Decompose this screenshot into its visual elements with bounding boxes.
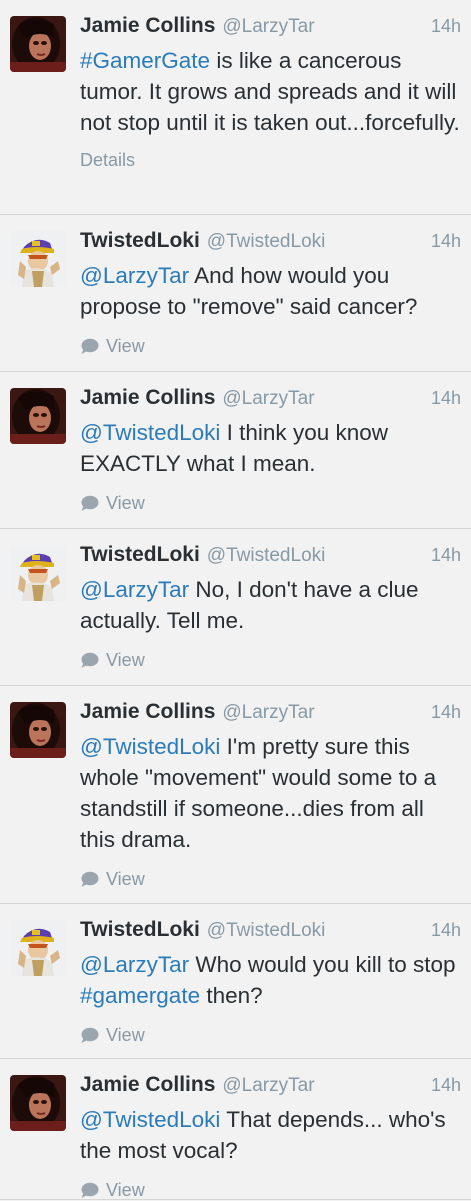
- tweet[interactable]: TwistedLoki @TwistedLoki 14h @LarzyTar Who …: [0, 904, 471, 1059]
- author-name[interactable]: TwistedLoki: [80, 229, 200, 253]
- jamie-avatar[interactable]: [10, 16, 66, 72]
- timestamp[interactable]: 14h: [431, 702, 461, 723]
- timestamp[interactable]: 14h: [431, 231, 461, 252]
- timestamp[interactable]: 14h: [431, 545, 461, 566]
- tweet-header: Jamie Collins @LarzyTar 14h: [80, 1073, 461, 1103]
- view-conversation-link[interactable]: View: [80, 650, 461, 671]
- view-label: View: [106, 336, 145, 356]
- tweet-text-segment: Who would you kill to stop: [189, 952, 456, 977]
- tweet-text: @LarzyTar No, I don't have a clue actual…: [80, 574, 461, 636]
- tweet-header: Jamie Collins @LarzyTar 14h: [80, 14, 461, 44]
- speech-bubble-icon: [80, 495, 106, 512]
- author-handle[interactable]: @LarzyTar: [222, 16, 314, 38]
- view-conversation-link[interactable]: View: [80, 336, 461, 357]
- author-name[interactable]: TwistedLoki: [80, 918, 200, 942]
- speech-bubble-icon: [80, 338, 106, 355]
- view-conversation-link[interactable]: View: [80, 1180, 461, 1201]
- mention-link[interactable]: @LarzyTar: [80, 577, 189, 602]
- tweet-header: Jamie Collins @LarzyTar 14h: [80, 386, 461, 416]
- tweet[interactable]: Jamie Collins @LarzyTar 14h @TwistedLoki Th…: [0, 1059, 471, 1200]
- tweet-header: TwistedLoki @TwistedLoki 14h: [80, 918, 461, 948]
- speech-bubble-icon: [80, 1027, 106, 1044]
- speech-bubble-icon: [80, 652, 106, 669]
- view-conversation-link[interactable]: View: [80, 1025, 461, 1046]
- author-handle[interactable]: @TwistedLoki: [207, 231, 326, 253]
- author-handle[interactable]: @LarzyTar: [222, 388, 314, 410]
- mention-link[interactable]: @LarzyTar: [80, 263, 189, 288]
- author-handle[interactable]: @TwistedLoki: [207, 545, 326, 567]
- view-conversation-link[interactable]: View: [80, 869, 461, 890]
- tweet-text: @TwistedLoki That depends... who's the m…: [80, 1104, 461, 1166]
- tweet-text: #GamerGate is like a cancerous tumor. It…: [80, 45, 461, 138]
- author-name[interactable]: TwistedLoki: [80, 543, 200, 567]
- view-label: View: [106, 1180, 145, 1200]
- author-handle[interactable]: @TwistedLoki: [207, 920, 326, 942]
- tweet-text: @LarzyTar Who would you kill to stop #ga…: [80, 949, 461, 1011]
- view-label: View: [106, 650, 145, 670]
- jamie-avatar[interactable]: [10, 388, 66, 444]
- tweet-text: @LarzyTar And how would you propose to "…: [80, 260, 461, 322]
- tweet[interactable]: Jamie Collins @LarzyTar 14h @TwistedLoki I'…: [0, 686, 471, 904]
- speech-bubble-icon: [80, 871, 106, 888]
- author-handle[interactable]: @LarzyTar: [222, 702, 314, 724]
- tweet[interactable]: TwistedLoki @TwistedLoki 14h @LarzyTar No, …: [0, 529, 471, 686]
- jamie-avatar[interactable]: [10, 1075, 66, 1131]
- mention-link[interactable]: @TwistedLoki: [80, 420, 220, 445]
- tweet-header: TwistedLoki @TwistedLoki 14h: [80, 543, 461, 573]
- view-label: View: [106, 1025, 145, 1045]
- author-name[interactable]: Jamie Collins: [80, 1073, 215, 1097]
- loki-avatar[interactable]: [10, 545, 66, 601]
- mention-link[interactable]: @TwistedLoki: [80, 734, 220, 759]
- speech-bubble-icon: [80, 1182, 106, 1199]
- author-name[interactable]: Jamie Collins: [80, 14, 215, 38]
- timestamp[interactable]: 14h: [431, 16, 461, 37]
- hashtag-link[interactable]: #gamergate: [80, 983, 200, 1008]
- tweet[interactable]: Jamie Collins @LarzyTar 14h #GamerGate is l…: [0, 0, 471, 215]
- view-conversation-link[interactable]: View: [80, 493, 461, 514]
- timestamp[interactable]: 14h: [431, 1075, 461, 1096]
- loki-avatar[interactable]: [10, 920, 66, 976]
- tweet-text: @TwistedLoki I'm pretty sure this whole …: [80, 731, 461, 855]
- tweet-text-segment: then?: [200, 983, 263, 1008]
- mention-link[interactable]: @LarzyTar: [80, 952, 189, 977]
- author-name[interactable]: Jamie Collins: [80, 700, 215, 724]
- view-label: View: [106, 493, 145, 513]
- tweet-header: Jamie Collins @LarzyTar 14h: [80, 700, 461, 730]
- mention-link[interactable]: @TwistedLoki: [80, 1107, 220, 1132]
- view-label: View: [106, 869, 145, 889]
- author-handle[interactable]: @LarzyTar: [222, 1075, 314, 1097]
- author-name[interactable]: Jamie Collins: [80, 386, 215, 410]
- tweet-header: TwistedLoki @TwistedLoki 14h: [80, 229, 461, 259]
- jamie-avatar[interactable]: [10, 702, 66, 758]
- tweet[interactable]: Jamie Collins @LarzyTar 14h @TwistedLoki I …: [0, 372, 471, 529]
- timeline: Jamie Collins @LarzyTar 14h #GamerGate is l…: [0, 0, 471, 1200]
- loki-avatar[interactable]: [10, 231, 66, 287]
- timestamp[interactable]: 14h: [431, 388, 461, 409]
- timestamp[interactable]: 14h: [431, 920, 461, 941]
- hashtag-link[interactable]: #GamerGate: [80, 48, 210, 73]
- tweet-text: @TwistedLoki I think you know EXACTLY wh…: [80, 417, 461, 479]
- tweet[interactable]: TwistedLoki @TwistedLoki 14h @LarzyTar And …: [0, 215, 471, 372]
- details-link[interactable]: Details: [80, 150, 461, 171]
